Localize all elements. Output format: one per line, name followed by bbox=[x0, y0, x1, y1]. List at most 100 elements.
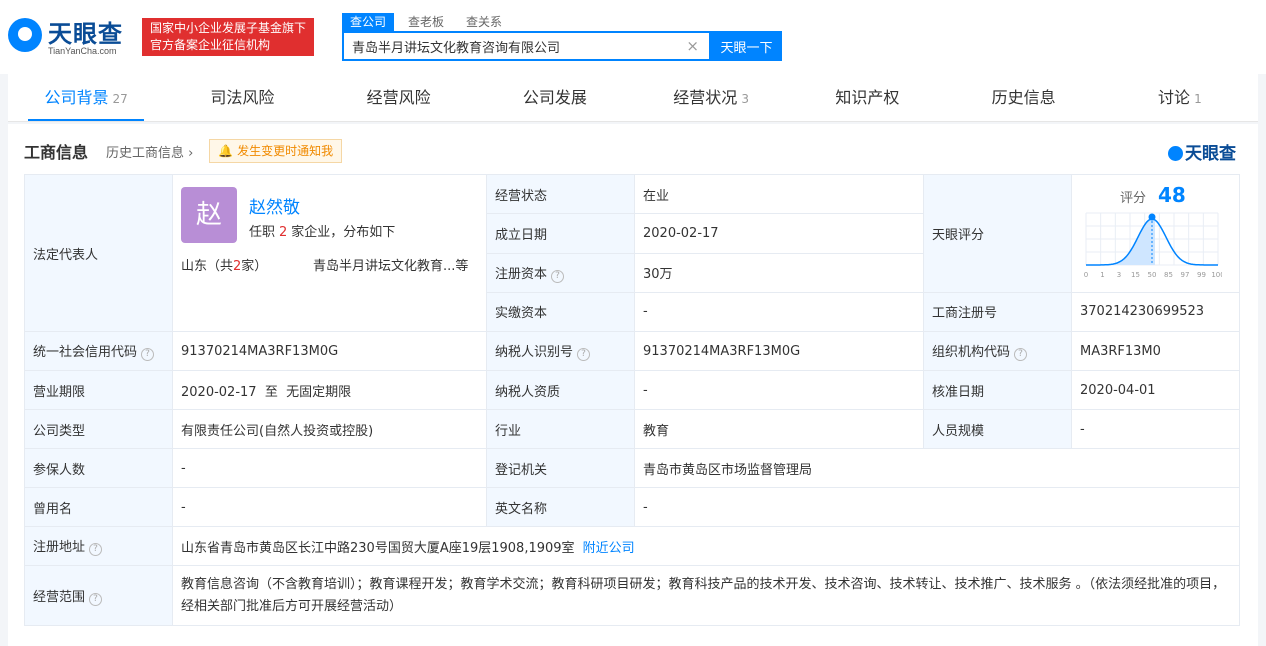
status-value: 在业 bbox=[634, 173, 924, 215]
chevron-right-icon: › bbox=[188, 145, 194, 161]
table-row: 法定代表人 赵 赵然敬 任职 2 家企业，分布如下 山东（共2家） 青岛半月讲坛文化… bbox=[24, 173, 1240, 332]
tab-judicial-risk[interactable]: 司法风险 bbox=[164, 74, 320, 121]
logo-eye-icon bbox=[8, 18, 42, 52]
region-prefix: 山东（共 bbox=[181, 259, 234, 274]
table-row: 参保人数 - 登记机关 青岛市黄岛区市场监督管理局 bbox=[24, 448, 1240, 488]
score-label: 天眼评分 bbox=[923, 174, 1072, 293]
tab-company-development[interactable]: 公司发展 bbox=[477, 74, 633, 121]
search-input[interactable] bbox=[344, 33, 674, 59]
help-icon[interactable]: ? bbox=[89, 592, 103, 606]
address-value-cell: 山东省青岛市黄岛区长江中路230号国贸大厦A座19层1908,1909室 附近公司 bbox=[172, 526, 1240, 566]
taxpayer-id-label-text: 纳税人识别号 bbox=[495, 345, 574, 360]
help-icon[interactable]: ? bbox=[89, 543, 103, 556]
legal-rep-cell: 赵 赵然敬 任职 2 家企业，分布如下 山东（共2家） 青岛半月讲坛文化教育...等 bbox=[172, 174, 487, 332]
help-icon[interactable]: ? bbox=[141, 348, 155, 361]
capital-value: 30万 bbox=[634, 252, 924, 293]
tab-label: 经营状况 bbox=[673, 88, 738, 107]
staff-size-value: - bbox=[1071, 409, 1240, 449]
tab-label: 历史信息 bbox=[991, 88, 1056, 107]
tick-label: 97 bbox=[1181, 271, 1190, 279]
clear-icon[interactable]: × bbox=[686, 37, 699, 55]
search-button[interactable]: 天眼一下 bbox=[711, 31, 782, 61]
tab-business-risk[interactable]: 经营风险 bbox=[321, 74, 477, 121]
business-scope-label-text: 经营范围 bbox=[33, 589, 86, 605]
org-code-value: MA3RF13M0 bbox=[1071, 331, 1240, 371]
credit-code-label-text: 统一社会信用代码 bbox=[33, 345, 138, 360]
help-icon[interactable]: ? bbox=[551, 269, 565, 283]
business-info-table: 法定代表人 赵 赵然敬 任职 2 家企业，分布如下 山东（共2家） 青岛半月讲坛文化… bbox=[24, 173, 1240, 626]
industry-value: 教育 bbox=[634, 409, 924, 449]
tab-boss[interactable]: 查老板 bbox=[400, 13, 452, 31]
score-marker-icon bbox=[1148, 213, 1156, 221]
official-badge: 国家中小企业发展子基金旗下 官方备案企业征信机构 bbox=[142, 18, 314, 56]
tab-business-status[interactable]: 经营状况 3 bbox=[633, 74, 789, 121]
table-row: 经营范围? 教育信息咨询（不含教育培训）；教育课程开发；教育学术交流；教育科研项… bbox=[24, 565, 1240, 626]
insured-count-value: - bbox=[172, 448, 487, 488]
tick-label: 50 bbox=[1148, 271, 1157, 279]
tick-label: 0 bbox=[1084, 271, 1088, 279]
credit-code-value: 91370214MA3RF13M0G bbox=[172, 331, 487, 371]
table-row: 营业期限 2020-02-17 至 无固定期限 纳税人资质 - 核准日期 202… bbox=[24, 370, 1240, 410]
region-summary[interactable]: 山东（共2家） bbox=[181, 255, 267, 274]
registration-authority-value: 青岛市黄岛区市场监督管理局 bbox=[634, 448, 1240, 488]
tianyancha-watermark: 天眼查 bbox=[1168, 139, 1236, 164]
taxpayer-id-value: 91370214MA3RF13M0G bbox=[634, 331, 924, 371]
help-icon[interactable]: ? bbox=[577, 348, 591, 361]
avatar[interactable]: 赵 bbox=[181, 187, 237, 243]
tab-history-info[interactable]: 历史信息 bbox=[946, 74, 1102, 121]
related-company-link[interactable]: 青岛半月讲坛文化教育...等 bbox=[313, 255, 468, 274]
help-icon[interactable]: ? bbox=[1014, 348, 1028, 361]
table-row: 曾用名 - 英文名称 - bbox=[24, 487, 1240, 527]
tab-discussion[interactable]: 讨论 1 bbox=[1102, 74, 1258, 121]
tianyancha-logo[interactable]: 天眼查 TianYanCha.com bbox=[8, 12, 136, 58]
business-scope-value: 教育信息咨询（不含教育培训）；教育课程开发；教育学术交流；教育科研项目研发；教育… bbox=[172, 565, 1240, 626]
legal-rep-label: 法定代表人 bbox=[24, 174, 173, 332]
score-value: 48 bbox=[1158, 183, 1186, 207]
address-label: 注册地址? bbox=[24, 526, 173, 566]
tab-label: 讨论 bbox=[1158, 88, 1191, 107]
tab-company-background[interactable]: 公司背景 27 bbox=[8, 74, 164, 121]
section-title: 工商信息 bbox=[24, 143, 89, 162]
logo-domain: TianYanCha.com bbox=[48, 46, 117, 56]
tab-intellectual-property[interactable]: 知识产权 bbox=[789, 74, 945, 121]
paid-capital-label: 实缴资本 bbox=[486, 291, 635, 333]
org-code-label: 组织机构代码? bbox=[923, 331, 1072, 371]
tab-label: 公司背景 bbox=[44, 88, 109, 107]
org-code-label-text: 组织机构代码 bbox=[932, 345, 1011, 360]
legal-rep-card: 赵 赵然敬 任职 2 家企业，分布如下 山东（共2家） 青岛半月讲坛文化教育...等 bbox=[181, 175, 478, 331]
company-type-label: 公司类型 bbox=[24, 409, 173, 449]
taxpayer-id-label: 纳税人识别号? bbox=[486, 331, 635, 371]
status-label: 经营状态 bbox=[486, 173, 635, 215]
legal-rep-name-link[interactable]: 赵然敬 bbox=[249, 193, 300, 218]
english-name-value: - bbox=[634, 487, 1240, 527]
business-term-value: 2020-02-17 至 无固定期限 bbox=[172, 370, 487, 410]
tab-company[interactable]: 查公司 bbox=[342, 13, 395, 31]
history-business-info-link[interactable]: 历史工商信息 › bbox=[106, 142, 193, 161]
approval-date-value: 2020-04-01 bbox=[1071, 370, 1240, 410]
tick-label: 99 bbox=[1197, 271, 1206, 279]
tick-label: 85 bbox=[1164, 271, 1173, 279]
tab-label: 知识产权 bbox=[835, 88, 900, 107]
summary-prefix: 任职 bbox=[249, 225, 276, 240]
history-link-label: 历史工商信息 bbox=[106, 145, 185, 161]
insured-count-label: 参保人数 bbox=[24, 448, 173, 488]
founded-label: 成立日期 bbox=[486, 213, 635, 254]
summary-suffix: 家企业，分布如下 bbox=[291, 225, 396, 240]
tick-label: 100 bbox=[1211, 271, 1222, 279]
badge-line1: 国家中小企业发展子基金旗下 bbox=[150, 21, 307, 35]
nearby-companies-link[interactable]: 附近公司 bbox=[583, 541, 635, 556]
staff-size-label: 人员规模 bbox=[923, 409, 1072, 449]
tab-count: 3 bbox=[741, 92, 749, 106]
region-suffix: 家） bbox=[241, 259, 268, 274]
taxpayer-qualification-value: - bbox=[634, 370, 924, 410]
english-name-label: 英文名称 bbox=[486, 487, 635, 527]
taxpayer-qualification-label: 纳税人资质 bbox=[486, 370, 635, 410]
credit-code-label: 统一社会信用代码? bbox=[24, 331, 173, 371]
paid-capital-value: - bbox=[634, 291, 924, 333]
score-distribution-chart[interactable]: 0 1 3 15 50 85 97 99 100 bbox=[1082, 209, 1222, 281]
former-name-label: 曾用名 bbox=[24, 487, 173, 527]
notify-on-change-button[interactable]: 🔔 发生变更时通知我 bbox=[209, 139, 343, 163]
logo-name: 天眼查 bbox=[48, 20, 123, 48]
tick-label: 1 bbox=[1100, 271, 1104, 279]
tab-relation[interactable]: 查关系 bbox=[458, 13, 510, 31]
